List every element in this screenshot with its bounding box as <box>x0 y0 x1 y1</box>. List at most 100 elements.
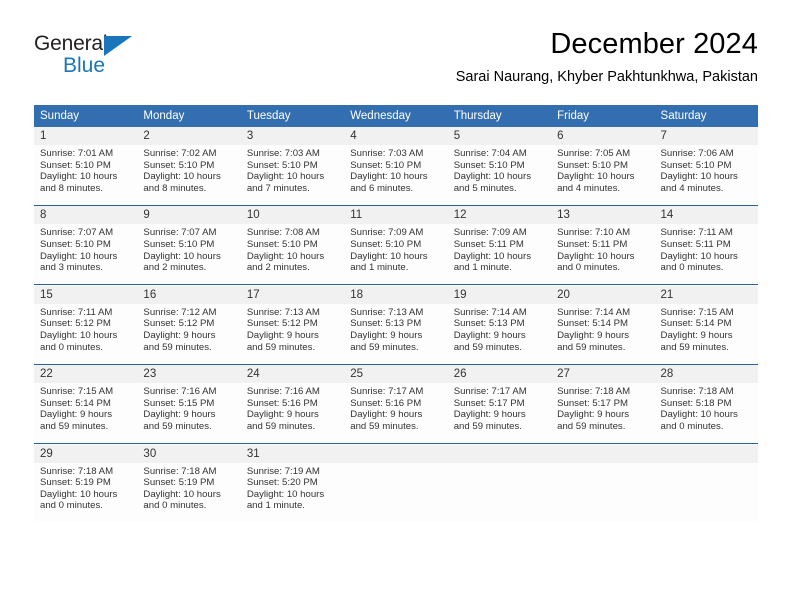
day-cell[interactable]: Sunrise: 7:17 AM Sunset: 5:16 PM Dayligh… <box>344 383 448 443</box>
day-number[interactable]: 30 <box>137 444 241 463</box>
daylight-text-line2: and 0 minutes. <box>40 341 103 353</box>
day-number[interactable]: 21 <box>654 285 758 304</box>
day-cell[interactable]: Sunrise: 7:13 AM Sunset: 5:12 PM Dayligh… <box>240 303 345 364</box>
daylight-text-line2: and 3 minutes. <box>40 262 103 274</box>
day-cell[interactable]: Sunrise: 7:19 AM Sunset: 5:20 PM Dayligh… <box>240 462 345 522</box>
day-number[interactable]: 6 <box>551 127 655 145</box>
day-cell[interactable]: Sunrise: 7:12 AM Sunset: 5:12 PM Dayligh… <box>137 303 241 364</box>
daylight-text-line1: Daylight: 9 hours <box>557 409 630 421</box>
day-cell[interactable]: Sunrise: 7:18 AM Sunset: 5:18 PM Dayligh… <box>654 383 758 443</box>
day-number[interactable]: 4 <box>344 127 448 145</box>
day-cell[interactable]: Sunrise: 7:11 AM Sunset: 5:12 PM Dayligh… <box>34 303 138 364</box>
day-number[interactable]: 22 <box>34 365 138 384</box>
sunset-text: Sunset: 5:12 PM <box>143 318 215 330</box>
day-number[interactable]: 23 <box>137 365 241 384</box>
day-cell[interactable]: Sunrise: 7:14 AM Sunset: 5:13 PM Dayligh… <box>447 303 552 364</box>
day-cell[interactable]: Sunrise: 7:14 AM Sunset: 5:14 PM Dayligh… <box>551 303 655 364</box>
sunset-text: Sunset: 5:11 PM <box>453 238 524 250</box>
sunrise-text: Sunrise: 7:10 AM <box>557 227 631 239</box>
day-number[interactable]: 28 <box>654 365 758 384</box>
sunrise-text: Sunrise: 7:15 AM <box>40 386 114 398</box>
day-number[interactable]: 24 <box>240 365 345 384</box>
day-number[interactable]: 10 <box>240 206 345 225</box>
sunset-text: Sunset: 5:17 PM <box>557 397 629 409</box>
sunrise-text: Sunrise: 7:13 AM <box>350 306 424 318</box>
day-cell[interactable]: Sunrise: 7:17 AM Sunset: 5:17 PM Dayligh… <box>447 383 552 443</box>
day-cell[interactable]: Sunrise: 7:13 AM Sunset: 5:13 PM Dayligh… <box>344 303 448 364</box>
daylight-text-line1: Daylight: 9 hours <box>557 329 630 341</box>
week-row-daynums: 8 9 10 11 12 13 14 <box>34 206 758 225</box>
day-cell-empty <box>344 462 448 522</box>
sunset-text: Sunset: 5:10 PM <box>350 238 422 250</box>
day-number[interactable]: 13 <box>551 206 655 225</box>
day-cell[interactable]: Sunrise: 7:15 AM Sunset: 5:14 PM Dayligh… <box>34 383 138 443</box>
day-number[interactable]: 12 <box>447 206 552 225</box>
weekday-header-thursday: Thursday <box>447 105 552 127</box>
day-number[interactable]: 1 <box>34 127 138 145</box>
day-number[interactable]: 25 <box>344 365 448 384</box>
day-cell[interactable]: Sunrise: 7:07 AM Sunset: 5:10 PM Dayligh… <box>137 224 241 284</box>
weekday-header-monday: Monday <box>137 105 241 127</box>
day-cell[interactable]: Sunrise: 7:11 AM Sunset: 5:11 PM Dayligh… <box>654 224 758 284</box>
day-cell[interactable]: Sunrise: 7:16 AM Sunset: 5:15 PM Dayligh… <box>137 383 241 443</box>
day-number[interactable]: 15 <box>34 285 138 304</box>
day-cell[interactable]: Sunrise: 7:18 AM Sunset: 5:17 PM Dayligh… <box>551 383 655 443</box>
day-number[interactable]: 20 <box>551 285 655 304</box>
day-cell[interactable]: Sunrise: 7:08 AM Sunset: 5:10 PM Dayligh… <box>240 224 345 284</box>
daylight-text-line1: Daylight: 9 hours <box>143 409 216 421</box>
daylight-text-line1: Daylight: 10 hours <box>453 171 532 183</box>
daylight-text-line1: Daylight: 9 hours <box>453 409 526 421</box>
day-number[interactable]: 7 <box>654 127 758 145</box>
day-number[interactable]: 2 <box>137 127 241 145</box>
daylight-text-line2: and 59 minutes. <box>660 341 729 353</box>
day-cell[interactable]: Sunrise: 7:05 AM Sunset: 5:10 PM Dayligh… <box>551 145 655 205</box>
day-number[interactable]: 11 <box>344 206 448 225</box>
day-cell[interactable]: Sunrise: 7:16 AM Sunset: 5:16 PM Dayligh… <box>240 383 345 443</box>
sunrise-text: Sunrise: 7:13 AM <box>246 306 320 318</box>
daylight-text-line2: and 1 minute. <box>246 500 305 512</box>
daylight-text-line2: and 1 minute. <box>453 262 512 274</box>
daylight-text-line1: Daylight: 9 hours <box>660 329 733 341</box>
day-cell[interactable]: Sunrise: 7:03 AM Sunset: 5:10 PM Dayligh… <box>240 145 345 205</box>
day-number[interactable]: 19 <box>447 285 552 304</box>
daylight-text-line1: Daylight: 9 hours <box>246 329 319 341</box>
day-number[interactable]: 27 <box>551 365 655 384</box>
day-cell[interactable]: Sunrise: 7:04 AM Sunset: 5:10 PM Dayligh… <box>447 145 552 205</box>
day-cell[interactable]: Sunrise: 7:03 AM Sunset: 5:10 PM Dayligh… <box>344 145 448 205</box>
day-cell[interactable]: Sunrise: 7:07 AM Sunset: 5:10 PM Dayligh… <box>34 224 138 284</box>
day-number[interactable]: 9 <box>137 206 241 225</box>
day-cell[interactable]: Sunrise: 7:09 AM Sunset: 5:11 PM Dayligh… <box>447 224 552 284</box>
day-cell[interactable]: Sunrise: 7:09 AM Sunset: 5:10 PM Dayligh… <box>344 224 448 284</box>
day-cell[interactable]: Sunrise: 7:18 AM Sunset: 5:19 PM Dayligh… <box>34 462 138 522</box>
day-number[interactable]: 18 <box>344 285 448 304</box>
day-number[interactable]: 3 <box>240 127 345 145</box>
day-number[interactable]: 5 <box>447 127 552 145</box>
day-number[interactable]: 17 <box>240 285 345 304</box>
day-number[interactable]: 26 <box>447 365 552 384</box>
sunrise-text: Sunrise: 7:14 AM <box>557 306 631 318</box>
day-cell[interactable]: Sunrise: 7:15 AM Sunset: 5:14 PM Dayligh… <box>654 303 758 364</box>
sunset-text: Sunset: 5:10 PM <box>40 238 111 250</box>
calendar-header-row: Sunday Monday Tuesday Wednesday Thursday… <box>34 105 758 127</box>
daylight-text-line1: Daylight: 10 hours <box>660 171 738 183</box>
daylight-text-line2: and 0 minutes. <box>660 420 724 432</box>
generalblue-logo[interactable]: General Blue <box>34 32 154 78</box>
day-number[interactable]: 29 <box>34 444 138 463</box>
sunset-text: Sunset: 5:11 PM <box>660 238 731 250</box>
weekday-header-sunday: Sunday <box>34 105 138 127</box>
day-cell[interactable]: Sunrise: 7:02 AM Sunset: 5:10 PM Dayligh… <box>137 145 241 205</box>
day-cell[interactable]: Sunrise: 7:01 AM Sunset: 5:10 PM Dayligh… <box>34 145 138 205</box>
day-number[interactable]: 31 <box>240 444 345 463</box>
day-number[interactable]: 8 <box>34 206 138 225</box>
day-number[interactable]: 14 <box>654 206 758 225</box>
week-row-details: Sunrise: 7:18 AM Sunset: 5:19 PM Dayligh… <box>34 462 758 522</box>
day-number[interactable]: 16 <box>137 285 241 304</box>
day-cell[interactable]: Sunrise: 7:10 AM Sunset: 5:11 PM Dayligh… <box>551 224 655 284</box>
daylight-text-line2: and 59 minutes. <box>557 341 626 353</box>
daylight-text-line2: and 59 minutes. <box>40 420 109 432</box>
day-cell[interactable]: Sunrise: 7:06 AM Sunset: 5:10 PM Dayligh… <box>654 145 758 205</box>
daylight-text-line2: and 59 minutes. <box>143 420 212 432</box>
day-cell[interactable]: Sunrise: 7:18 AM Sunset: 5:19 PM Dayligh… <box>137 462 241 522</box>
weekday-header-friday: Friday <box>551 105 655 127</box>
daylight-text-line1: Daylight: 9 hours <box>350 409 423 421</box>
